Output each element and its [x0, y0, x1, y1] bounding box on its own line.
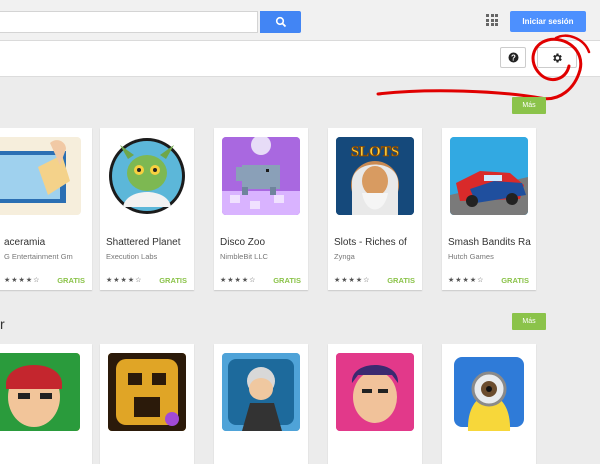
app-card[interactable]	[100, 344, 194, 464]
app-developer: G Entertainment Gm	[4, 252, 73, 261]
app-title: Slots - Riches of	[334, 237, 407, 248]
app-developer: Execution Labs	[106, 252, 158, 261]
price-label: GRATIS	[387, 276, 415, 285]
app-thumbnail	[0, 137, 81, 215]
more-button[interactable]: Más	[512, 97, 546, 114]
app-card[interactable]: aceramia G Entertainment Gm ★★★★☆ GRATIS	[0, 128, 92, 290]
app-developer: Hutch Games	[448, 252, 494, 261]
app-card[interactable]: Shattered Planet Execution Labs ★★★★☆ GR…	[100, 128, 194, 290]
app-title: Smash Bandits Ra	[448, 237, 531, 248]
price-label: GRATIS	[57, 276, 85, 285]
price-label: GRATIS	[273, 276, 301, 285]
app-thumbnail	[108, 137, 186, 215]
app-card[interactable]: Smash Bandits Ra Hutch Games ★★★★☆ GRATI…	[442, 128, 536, 290]
annotation-circle	[376, 34, 591, 101]
rating-stars: ★★★★☆	[106, 277, 143, 284]
app-thumbnail: SLOTS	[336, 137, 414, 215]
rating-stars: ★★★★☆	[334, 277, 371, 284]
app-thumbnail	[0, 353, 80, 431]
app-thumbnail	[336, 353, 414, 431]
app-developer: NimbleBit LLC	[220, 252, 268, 261]
app-card[interactable]	[0, 344, 92, 464]
app-card[interactable]: Disco Zoo NimbleBit LLC ★★★★☆ GRATIS	[214, 128, 308, 290]
rating-stars: ★★★★☆	[220, 277, 257, 284]
rating-stars: ★★★★☆	[448, 277, 485, 284]
app-card[interactable]	[214, 344, 308, 464]
app-card[interactable]	[328, 344, 422, 464]
search-button[interactable]	[260, 11, 301, 33]
slots-logo-text: SLOTS	[351, 144, 399, 160]
app-thumbnail	[450, 137, 528, 215]
search-icon	[275, 16, 286, 28]
price-label: GRATIS	[159, 276, 187, 285]
rating-stars: ★★★★☆	[4, 277, 41, 284]
app-thumbnail	[222, 137, 300, 215]
search-input[interactable]	[0, 11, 258, 33]
section-title: r	[0, 316, 5, 332]
app-title: Disco Zoo	[220, 237, 266, 248]
apps-grid-icon[interactable]	[486, 14, 498, 26]
more-button[interactable]: Más	[512, 313, 546, 330]
price-label: GRATIS	[501, 276, 529, 285]
app-thumbnail	[222, 353, 300, 431]
app-title: aceramia	[4, 237, 46, 248]
app-thumbnail	[450, 353, 528, 431]
app-card[interactable]	[442, 344, 536, 464]
app-developer: Zynga	[334, 252, 355, 261]
app-card[interactable]: SLOTS Slots - Riches of Zynga ★★★★☆ GRAT…	[328, 128, 422, 290]
app-thumbnail	[108, 353, 186, 431]
app-title: Shattered Planet	[106, 237, 181, 248]
